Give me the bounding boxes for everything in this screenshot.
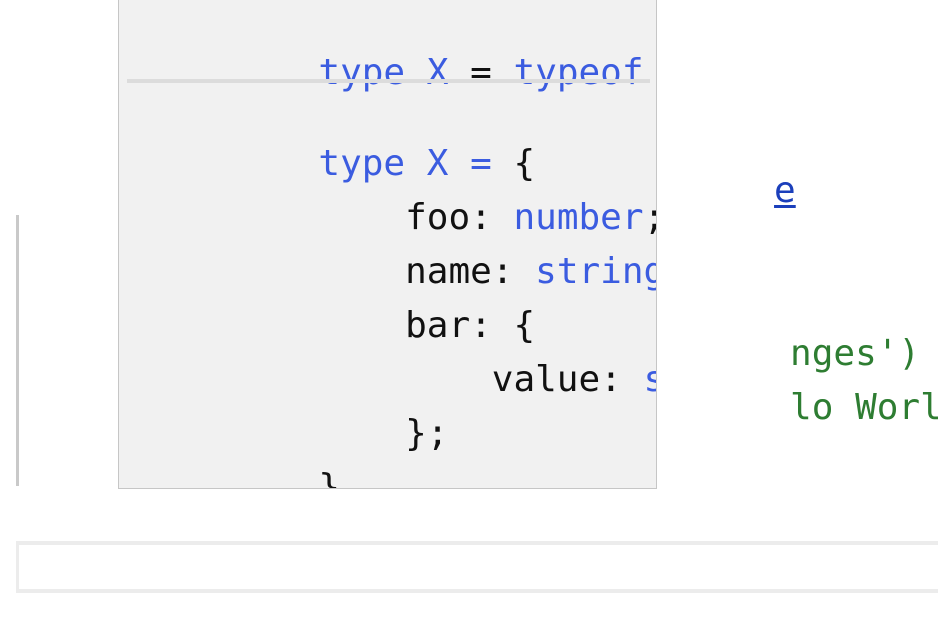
tooltip-code-line: bar: { xyxy=(145,245,535,346)
code-line-tail: e xyxy=(644,110,796,211)
code-line-tail: nges') xyxy=(660,273,920,374)
code-token-string: lo World' }) xyxy=(790,387,938,428)
hover-tooltip-header: type X = typeof result; xyxy=(119,0,656,93)
tooltip-code-line: value: string; xyxy=(145,299,656,400)
tooltip-code-line: } xyxy=(145,407,340,488)
bottom-panel xyxy=(16,541,938,593)
code-editor-screen: } declare e const .op .op nges') .op xyxy=(0,0,938,642)
code-token-type-link[interactable]: e xyxy=(774,170,796,211)
hover-tooltip-signature: type X = typeof result; xyxy=(145,0,656,93)
tooltip-code-line: }; xyxy=(145,353,448,454)
hover-tooltip-popup[interactable]: type X = typeof result; type X = { foo: … xyxy=(118,0,657,489)
tooltip-token-brace: } xyxy=(318,467,341,489)
tooltip-token-brace: }; xyxy=(405,413,449,454)
code-line-hover-target[interactable]: type X = typeof result; xyxy=(14,489,643,590)
tooltip-code-line: name: string; xyxy=(145,191,656,292)
tooltip-token-type: string xyxy=(535,251,657,292)
code-line-tail: lo World' }) xyxy=(660,327,938,428)
bottom-text-input[interactable] xyxy=(19,545,938,589)
tooltip-token-property: value: xyxy=(491,359,644,400)
hover-tooltip-body: type X = { foo: number; name: string; ba… xyxy=(119,83,656,488)
indent-guide xyxy=(16,215,19,486)
tooltip-token-type: string xyxy=(644,359,657,400)
tooltip-code-line: type X = { xyxy=(145,83,535,184)
tooltip-code-line: foo: number; xyxy=(145,137,656,238)
